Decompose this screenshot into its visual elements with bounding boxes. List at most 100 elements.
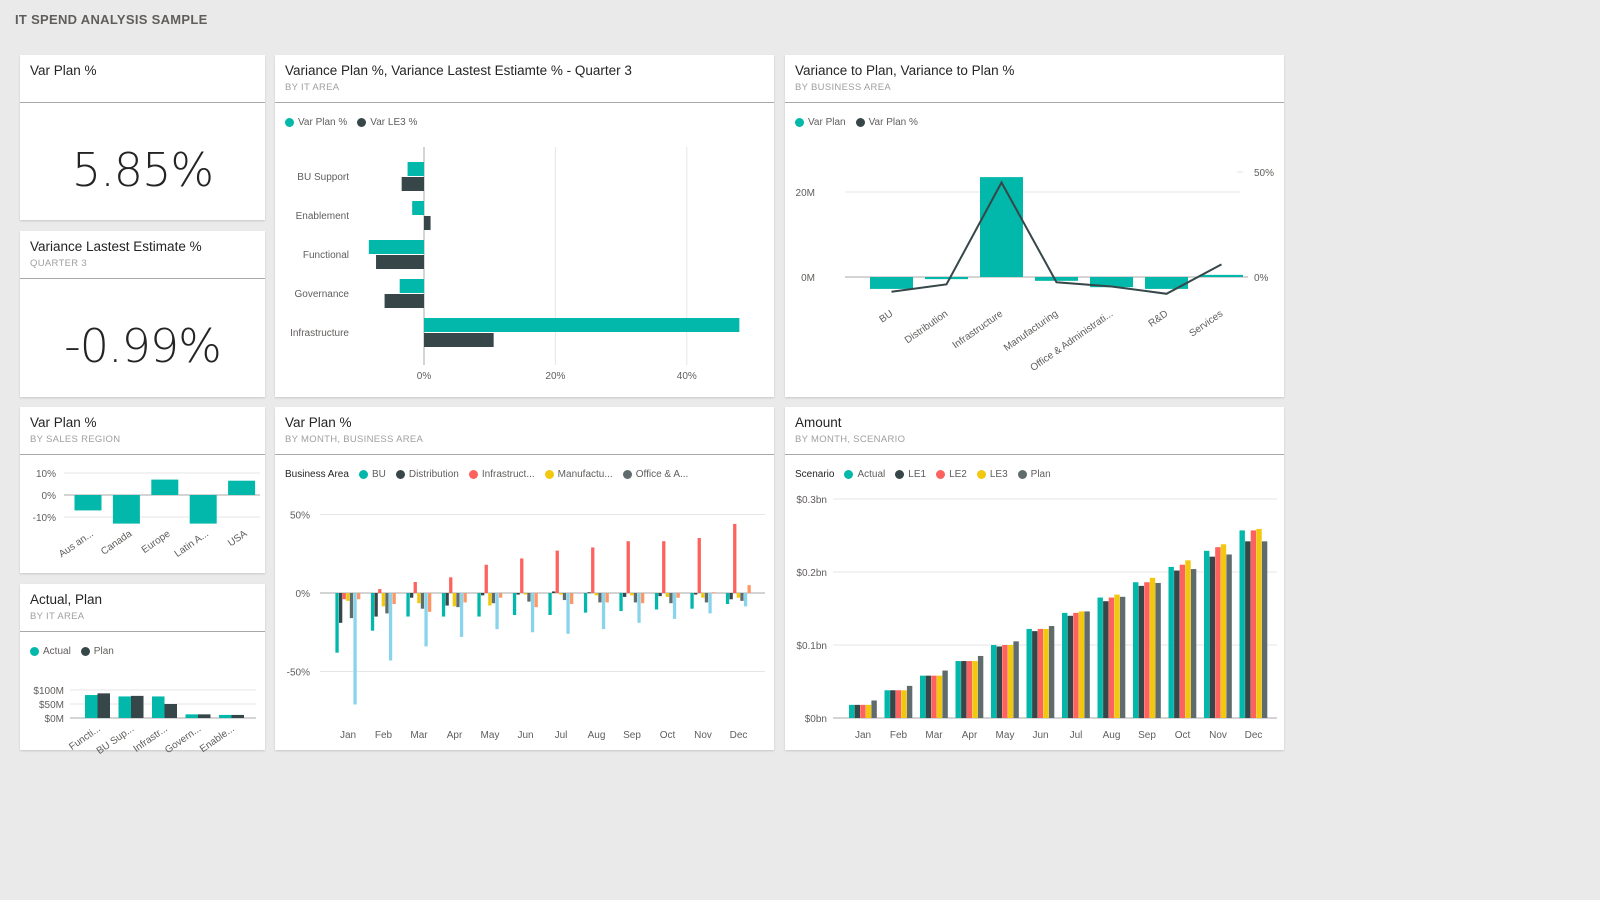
y-tick-label: -10% [33,513,56,524]
tile-subtitle: QUARTER 3 [30,258,87,269]
bar [980,177,1023,277]
bar [630,593,634,596]
bar [1144,582,1150,718]
bar [1239,530,1245,718]
bar [527,593,531,602]
tile-var-by-it-area[interactable]: Variance Plan %, Variance Lastest Estiam… [275,55,774,397]
x-category-label: Sep [623,730,641,741]
y-tick-label: $0M [45,714,64,725]
bar [931,675,937,718]
bar [966,661,973,718]
bar [399,279,424,293]
tile-var-le-card[interactable]: Variance Lastest Estimate % QUARTER 3 -0… [20,231,265,397]
bar [339,593,343,623]
tile-var-plan-card[interactable]: Var Plan % 5.85% [20,55,265,220]
x-category-label: Dec [730,730,748,741]
chart-var-by-business-area: 0M 20M 0% 50% BU Distribution InfrastructureMa… [796,168,1275,374]
bar [420,593,425,609]
x-category-label: Apr [447,730,463,741]
bar [151,479,179,495]
bar [955,661,961,718]
bar [733,523,737,593]
bar [228,480,256,495]
x-category-label: Oct [1175,730,1191,741]
bar [520,558,524,593]
tile-var-by-month[interactable]: Var Plan % BY MONTH, BUSINESS AREA Busin… [275,407,774,750]
bar [936,675,943,718]
bar [708,593,712,614]
bar [164,704,177,718]
bar [890,690,896,718]
tile-var-by-business-area[interactable]: Variance to Plan, Variance to Plan % BY … [785,55,1284,397]
bar [118,696,131,718]
bar [690,593,694,609]
x-category-label: Jan [340,730,356,741]
bar [925,277,968,280]
bar [637,593,641,623]
bar [865,704,872,718]
bar [658,593,662,597]
x-category-label: Manufacturing [1002,308,1060,353]
bar [626,541,630,593]
y-tick-label: 0% [296,589,311,600]
bar [676,593,680,598]
x-category-label: Enable... [198,723,237,755]
bar [906,685,913,718]
y-tick-label: $50M [39,700,64,711]
bar [587,592,591,594]
bar [1007,645,1014,718]
bar [1168,566,1174,718]
bar [583,593,588,613]
bar [704,593,709,603]
bar [701,593,705,598]
bar [481,593,485,596]
bar [131,695,144,718]
y-tick-label-left: 20M [796,188,815,199]
bar [669,593,673,604]
chart-amount: $0bn $0.1bn $0.2bn $0.3bn Jan Feb Mar Apr May Jun… [796,495,1277,741]
bar [523,593,527,595]
bar [1043,628,1049,718]
bar [1114,594,1120,718]
tile-amount[interactable]: Amount BY MONTH, SCENARIO Scenario Actual… [785,407,1284,750]
x-category-label: Canada [99,528,134,557]
bar [1133,582,1139,718]
bar [484,564,488,593]
bar [1155,582,1161,718]
bar [1215,547,1221,718]
bar [1026,628,1032,718]
bar [353,593,357,705]
y-tick-label: -50% [287,668,310,679]
x-category-label: Services [1187,308,1225,339]
chart-var-by-it-area: 0% 20% 40% BU Support Enablement Functional Go… [290,147,740,382]
bar [445,593,449,606]
chart-var-by-month: 50% 0% -50% Jan Feb Mar Apr May Jun Jul Aug Sep Oct N… [287,511,765,741]
tile-var-by-sales-region[interactable]: Var Plan % BY SALES REGION 10% 0% -10% Aus … [20,407,265,573]
tile-actual-plan[interactable]: Actual, Plan BY IT AREA Actual Plan $0M $5… [20,584,265,757]
bar [712,592,716,594]
x-category-label: May [481,730,500,741]
x-category-label: Aug [1103,730,1121,741]
y-category-label: Governance [295,289,350,300]
bar [920,675,926,718]
bar [1204,550,1210,718]
bar [516,593,520,595]
y-tick-label: 0% [42,491,57,502]
bar [1084,611,1090,718]
bar [392,593,396,604]
bar [884,690,890,718]
bar [1013,641,1019,718]
bar [1190,569,1197,718]
x-tick-label: 20% [545,371,565,382]
bar [743,593,748,607]
bar [346,593,350,601]
bar [594,593,598,596]
bar [736,593,740,598]
bar [1179,564,1186,718]
bar [407,162,424,176]
bar [385,593,389,614]
bar [1245,541,1251,718]
bar [1261,541,1268,718]
x-category-label: Infrastructure [951,308,1006,351]
bar [1103,601,1109,718]
